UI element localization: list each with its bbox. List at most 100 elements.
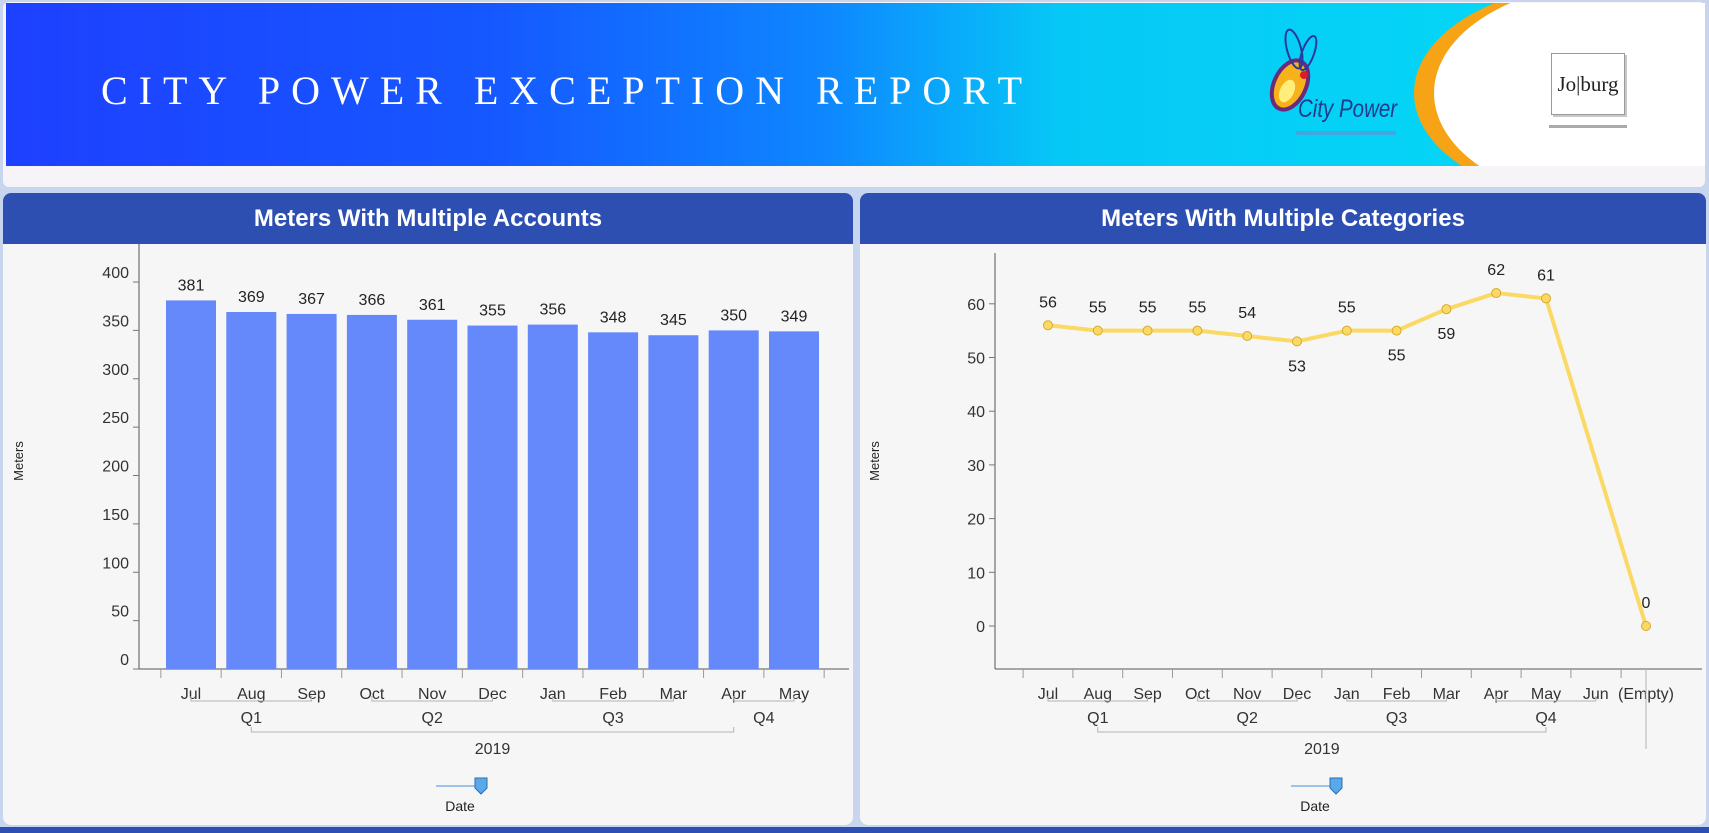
y-axis-title: Meters bbox=[11, 441, 26, 481]
y-tick-label: 40 bbox=[967, 404, 985, 421]
y-tick-label: 10 bbox=[967, 565, 985, 582]
data-label: 55 bbox=[1388, 348, 1406, 365]
quarter-label: Q3 bbox=[602, 710, 623, 727]
x-tick-label: Nov bbox=[418, 686, 446, 703]
joburg-tagline bbox=[1549, 125, 1627, 128]
data-label: 55 bbox=[1139, 300, 1157, 317]
bar-dec bbox=[467, 325, 518, 669]
quarter-label: Q2 bbox=[1237, 710, 1258, 727]
y-tick-label: 0 bbox=[976, 619, 985, 636]
chart-panel-accounts: Meters With Multiple Accounts 0 50 100 150 2… bbox=[3, 193, 853, 825]
date-slider-label: Date bbox=[1300, 798, 1330, 814]
y-tick-label: 50 bbox=[967, 351, 985, 368]
year-label: 2019 bbox=[475, 741, 511, 758]
data-label: 59 bbox=[1438, 326, 1456, 343]
quarter-label: Q2 bbox=[422, 710, 443, 727]
data-label: 62 bbox=[1487, 262, 1505, 279]
bar-sep bbox=[286, 313, 337, 669]
joburg-logo: Jo|burg bbox=[1551, 53, 1625, 115]
bar-may bbox=[769, 331, 819, 669]
quarter-label: Q1 bbox=[241, 710, 262, 727]
series-line bbox=[1047, 291, 1648, 627]
quarter-label: Q4 bbox=[1535, 710, 1556, 727]
data-label: 55 bbox=[1089, 300, 1107, 317]
city-power-logo-text: City Power bbox=[1298, 95, 1398, 123]
data-point-mar bbox=[1441, 304, 1452, 315]
bar-aug bbox=[226, 312, 277, 669]
data-label: 369 bbox=[238, 289, 265, 306]
data-point-empty bbox=[1641, 621, 1651, 631]
x-tick-label: Nov bbox=[1233, 686, 1261, 703]
data-label: 350 bbox=[720, 307, 747, 324]
x-tick-label: Aug bbox=[1084, 686, 1112, 703]
data-point-sep bbox=[1142, 325, 1153, 336]
y-tick-label: 50 bbox=[111, 604, 129, 621]
data-point-jan bbox=[1341, 325, 1352, 336]
data-label: 0 bbox=[1642, 595, 1651, 612]
data-label: 366 bbox=[359, 292, 386, 309]
city-power-tagline bbox=[1296, 131, 1396, 135]
data-point-apr bbox=[1491, 288, 1502, 299]
data-label: 355 bbox=[479, 303, 506, 320]
year-bracket bbox=[250, 727, 735, 733]
y-tick-label: 20 bbox=[967, 512, 985, 529]
data-point-aug bbox=[1092, 325, 1103, 336]
quarter-label: Q1 bbox=[1087, 710, 1108, 727]
line-chart-categories: 0 10 20 30 40 50 60 Meters 56 55 55 55 54 53 55 55 59 62 6… bbox=[867, 253, 1702, 814]
date-slider-handle-icon bbox=[1329, 777, 1343, 795]
y-tick-label: 300 bbox=[102, 362, 129, 379]
y-tick-label: 100 bbox=[102, 555, 129, 572]
data-label: 55 bbox=[1338, 300, 1356, 317]
bar-apr bbox=[708, 330, 759, 669]
data-label: 55 bbox=[1189, 300, 1207, 317]
bar-feb bbox=[588, 332, 639, 669]
bar-mar bbox=[648, 335, 699, 669]
year-label: 2019 bbox=[1304, 741, 1340, 758]
data-label: 54 bbox=[1238, 305, 1256, 322]
data-point-jul bbox=[1043, 320, 1053, 331]
data-point-oct bbox=[1192, 325, 1203, 336]
quarter-label: Q3 bbox=[1386, 710, 1407, 727]
x-tick-label: May bbox=[1531, 686, 1561, 703]
y-tick-label: 0 bbox=[120, 652, 129, 669]
data-label: 61 bbox=[1537, 267, 1555, 284]
x-tick-label: Feb bbox=[1383, 686, 1411, 703]
banner-container: CITY POWER EXCEPTION REPORT City Power J… bbox=[3, 2, 1705, 187]
date-slider-label: Date bbox=[445, 798, 475, 814]
data-label: 381 bbox=[178, 277, 205, 294]
bar-oct bbox=[346, 314, 397, 669]
quarter-label: Q4 bbox=[753, 710, 774, 727]
chart-panel-categories: Meters With Multiple Categories 0 10 20 30 4… bbox=[860, 193, 1706, 825]
y-tick-label: 400 bbox=[102, 265, 129, 282]
bottom-strip bbox=[0, 827, 1709, 833]
data-label: 53 bbox=[1288, 358, 1306, 375]
data-label: 345 bbox=[660, 312, 687, 329]
data-label: 361 bbox=[419, 297, 446, 314]
date-slider-handle-icon bbox=[474, 777, 488, 795]
report-banner: CITY POWER EXCEPTION REPORT City Power J… bbox=[6, 3, 1705, 166]
y-tick-label: 150 bbox=[102, 507, 129, 524]
x-tick-label: Feb bbox=[599, 686, 627, 703]
year-bracket bbox=[1097, 727, 1547, 733]
data-label: 56 bbox=[1039, 294, 1057, 311]
bar-chart-accounts: 0 50 100 150 200 250 300 350 400 Meters 381 369 367 3… bbox=[11, 243, 849, 814]
bar-jul bbox=[166, 300, 216, 669]
data-label: 367 bbox=[298, 291, 325, 308]
data-label: 348 bbox=[600, 309, 627, 326]
data-label: 356 bbox=[539, 302, 566, 319]
report-title: CITY POWER EXCEPTION REPORT bbox=[101, 68, 1033, 113]
data-point-nov bbox=[1242, 331, 1253, 342]
bar-nov bbox=[407, 319, 458, 669]
bar-jan bbox=[527, 324, 578, 669]
y-tick-label: 250 bbox=[102, 410, 129, 427]
x-tick-label: Aug bbox=[237, 686, 265, 703]
data-point-may bbox=[1541, 293, 1551, 304]
data-label: 349 bbox=[781, 308, 808, 325]
y-tick-label: 200 bbox=[102, 459, 129, 476]
data-point-feb bbox=[1391, 325, 1402, 336]
data-point-dec bbox=[1292, 336, 1302, 347]
y-axis-title: Meters bbox=[867, 441, 882, 481]
y-tick-label: 350 bbox=[102, 313, 129, 330]
y-tick-label: 30 bbox=[967, 458, 985, 475]
y-tick-label: 60 bbox=[967, 297, 985, 314]
